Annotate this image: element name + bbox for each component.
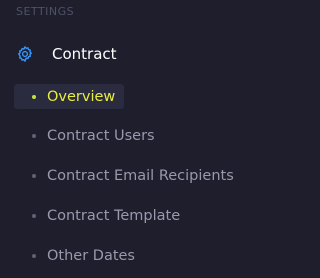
sub-item-label: Contract Users: [47, 128, 155, 144]
menu-item-contract[interactable]: Contract: [0, 40, 256, 68]
sub-item-label: Overview: [47, 89, 116, 105]
sub-item-contract-template[interactable]: Contract Template: [0, 203, 256, 229]
sidebar: SETTINGS Contract Overview Contract User…: [0, 0, 256, 278]
sub-item-contract-email-recipients[interactable]: Contract Email Recipients: [0, 163, 256, 189]
bullet-dot: [32, 174, 36, 178]
section-header-settings: SETTINGS: [16, 5, 75, 18]
sub-item-other-dates[interactable]: Other Dates: [0, 243, 256, 269]
sub-item-contract-users[interactable]: Contract Users: [0, 123, 256, 149]
sub-item-overview[interactable]: Overview: [0, 84, 256, 110]
bullet-dot: [32, 254, 36, 258]
bullet-dot: [32, 214, 36, 218]
sub-item-label: Other Dates: [47, 248, 135, 264]
sub-item-label: Contract Email Recipients: [47, 168, 234, 184]
sub-item-label: Contract Template: [47, 208, 181, 224]
menu-item-contract-label: Contract: [52, 45, 117, 63]
bullet-dot: [32, 134, 36, 138]
gear-icon: [16, 45, 34, 63]
bullet-dot: [32, 95, 36, 99]
